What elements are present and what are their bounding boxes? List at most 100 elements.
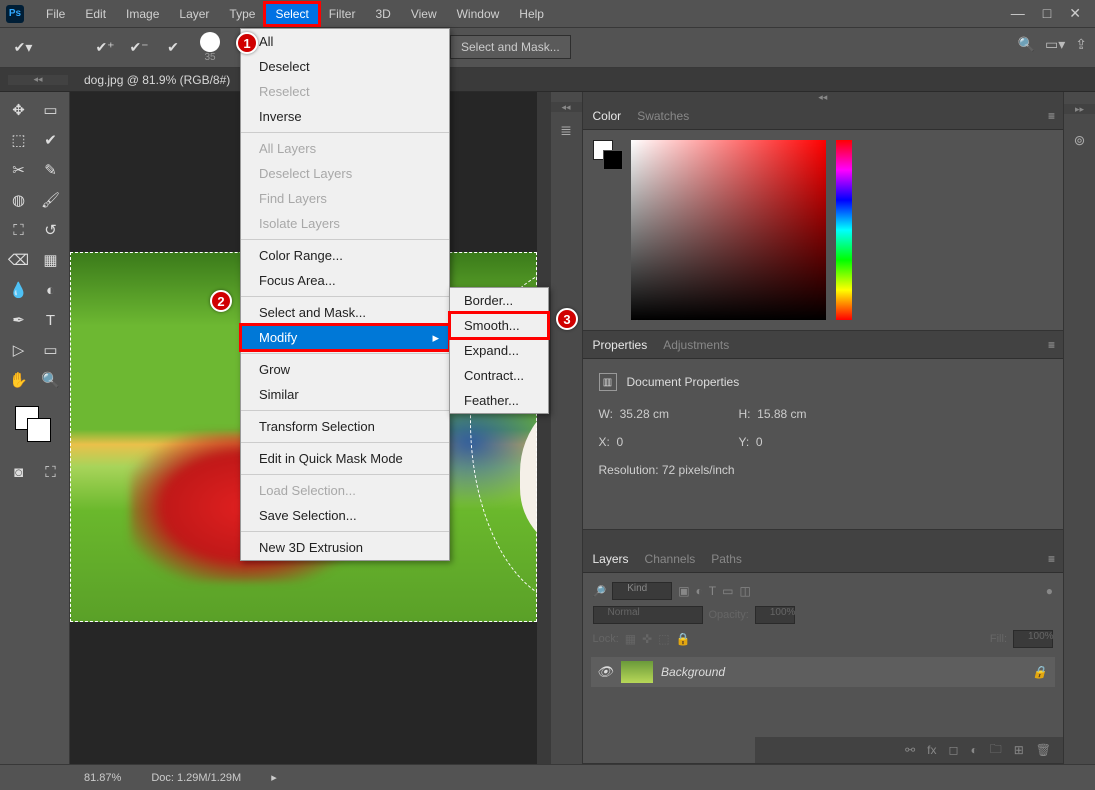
tab-properties[interactable]: Properties — [593, 338, 648, 352]
brush-tool[interactable]: 🖌 — [37, 188, 65, 212]
filter-adjust-icon[interactable]: ◐ — [696, 584, 703, 598]
panel-menu-icon[interactable]: ≡ — [1048, 338, 1055, 352]
tab-paths[interactable]: Paths — [711, 552, 742, 566]
hand-tool[interactable]: ✋ — [5, 368, 33, 392]
marquee-tool[interactable]: ⬚ — [5, 128, 33, 152]
brush-preview-icon[interactable] — [200, 32, 220, 52]
menu-select-and-mask[interactable]: Select and Mask... — [241, 300, 449, 325]
menu-3d-extrusion[interactable]: New 3D Extrusion — [241, 535, 449, 560]
layer-row[interactable]: 👁 Background 🔒 — [591, 657, 1056, 687]
blur-tool[interactable]: 💧 — [5, 278, 33, 302]
panel-menu-icon[interactable]: ≡ — [1048, 109, 1055, 123]
lock-all-icon[interactable]: 🔒 — [676, 632, 691, 646]
type-tool[interactable]: T — [37, 308, 65, 332]
brush-plus-icon[interactable]: ✔⁺ — [92, 35, 118, 61]
fg-color-2[interactable] — [27, 418, 51, 442]
trash-icon[interactable]: 🗑 — [1036, 743, 1051, 757]
select-and-mask-button[interactable]: Select and Mask... — [450, 35, 571, 59]
tab-channels[interactable]: Channels — [645, 552, 696, 566]
share-icon[interactable]: ⇪ — [1075, 36, 1087, 53]
collapse-right-icon[interactable]: ▸▸ — [1064, 104, 1095, 114]
zoom-level[interactable]: 81.87% — [84, 772, 121, 784]
shape-tool[interactable]: ▭ — [37, 338, 65, 362]
artboard-tool[interactable]: ▭ — [37, 98, 65, 122]
minimize-button[interactable]: — — [1011, 5, 1025, 22]
filter-toggle-icon[interactable]: ● — [1046, 584, 1053, 598]
menu-deselect[interactable]: Deselect — [241, 54, 449, 79]
blend-mode-select[interactable]: Normal — [593, 606, 703, 624]
menu-color-range[interactable]: Color Range... — [241, 243, 449, 268]
close-button[interactable]: ✕ — [1069, 5, 1081, 22]
menu-select[interactable]: Select — [265, 3, 318, 25]
color-field[interactable] — [631, 140, 826, 320]
filter-type-select[interactable]: Kind — [612, 582, 672, 600]
menu-help[interactable]: Help — [509, 3, 554, 25]
document-tab[interactable]: dog.jpg @ 81.9% (RGB/8#) — [84, 73, 230, 87]
brush-minus-icon[interactable]: ✔⁻ — [126, 35, 152, 61]
filter-image-icon[interactable]: ▣ — [678, 584, 689, 598]
menu-type[interactable]: Type — [219, 3, 265, 25]
submenu-contract[interactable]: Contract... — [450, 363, 548, 388]
path-tool[interactable]: ▷ — [5, 338, 33, 362]
tab-color[interactable]: Color — [593, 109, 622, 123]
tool-preset-icon[interactable]: ✔▾ — [10, 35, 36, 61]
maximize-button[interactable]: □ — [1043, 5, 1051, 22]
search-icon[interactable]: 🔍 — [1018, 36, 1035, 53]
stamp-tool[interactable]: ⛶ — [5, 218, 33, 242]
group-icon[interactable]: 🗀 — [990, 740, 1002, 761]
menu-save-selection[interactable]: Save Selection... — [241, 503, 449, 528]
eraser-tool[interactable]: ⌫ — [5, 248, 33, 272]
gradient-tool[interactable]: ▦ — [37, 248, 65, 272]
panel-menu-icon[interactable]: ≡ — [1048, 552, 1055, 566]
menu-modify[interactable]: Modify — [241, 325, 449, 350]
collapse-panels-icon[interactable]: ◂◂ — [583, 92, 1064, 102]
submenu-feather[interactable]: Feather... — [450, 388, 548, 413]
menu-all[interactable]: All — [241, 29, 449, 54]
zoom-tool[interactable]: 🔍 — [37, 368, 65, 392]
menu-3d[interactable]: 3D — [365, 3, 400, 25]
move-tool[interactable]: ✥ — [5, 98, 33, 122]
history-brush-tool[interactable]: ↺ — [37, 218, 65, 242]
mask-icon[interactable]: ◻ — [948, 743, 958, 757]
eyedropper-tool[interactable]: ✎ — [37, 158, 65, 182]
brush-refine-icon[interactable]: ✔ — [160, 35, 186, 61]
visibility-icon[interactable]: 👁 — [597, 664, 614, 680]
fill-input[interactable]: 100% — [1013, 630, 1053, 648]
menu-quick-mask[interactable]: Edit in Quick Mask Mode — [241, 446, 449, 471]
doc-size[interactable]: Doc: 1.29M/1.29M — [151, 772, 241, 784]
menu-transform-selection[interactable]: Transform Selection — [241, 414, 449, 439]
status-chevron-icon[interactable]: ▸ — [271, 771, 277, 784]
cc-libraries-icon[interactable]: ⊚ — [1074, 132, 1086, 149]
filter-smart-icon[interactable]: ◫ — [739, 584, 750, 598]
quick-select-tool[interactable]: ✔ — [37, 128, 65, 152]
fx-icon[interactable]: fx — [927, 743, 936, 757]
lock-pixels-icon[interactable]: ▦ — [625, 632, 636, 646]
healing-tool[interactable]: ◍ — [5, 188, 33, 212]
menu-layer[interactable]: Layer — [169, 3, 219, 25]
crop-tool[interactable]: ✂ — [5, 158, 33, 182]
tab-swatches[interactable]: Swatches — [637, 109, 689, 123]
new-layer-icon[interactable]: ⊞ — [1014, 743, 1024, 757]
arrange-icon[interactable]: ▭▾ — [1045, 36, 1065, 53]
lock-position-icon[interactable]: ✜ — [642, 632, 652, 646]
dodge-tool[interactable]: ◐ — [37, 278, 65, 302]
submenu-expand[interactable]: Expand... — [450, 338, 548, 363]
vertical-scrollbar[interactable] — [537, 92, 551, 764]
menu-focus-area[interactable]: Focus Area... — [241, 268, 449, 293]
color-swatches[interactable] — [15, 406, 55, 446]
menu-view[interactable]: View — [401, 3, 447, 25]
adjustment-icon[interactable]: ◐ — [970, 743, 977, 757]
menu-edit[interactable]: Edit — [75, 3, 116, 25]
link-icon[interactable]: ⚯ — [905, 743, 915, 757]
lock-artboard-icon[interactable]: ⬚ — [658, 632, 669, 646]
hue-slider[interactable] — [836, 140, 852, 320]
menu-window[interactable]: Window — [447, 3, 510, 25]
screen-mode-icon[interactable]: ⛶ — [38, 460, 64, 484]
quick-mask-icon[interactable]: ◙ — [6, 460, 32, 484]
menu-inverse[interactable]: Inverse — [241, 104, 449, 129]
submenu-border[interactable]: Border... — [450, 288, 548, 313]
submenu-smooth[interactable]: Smooth... — [450, 313, 548, 338]
pen-tool[interactable]: ✒ — [5, 308, 33, 332]
opacity-input[interactable]: 100% — [755, 606, 795, 624]
menu-image[interactable]: Image — [116, 3, 169, 25]
